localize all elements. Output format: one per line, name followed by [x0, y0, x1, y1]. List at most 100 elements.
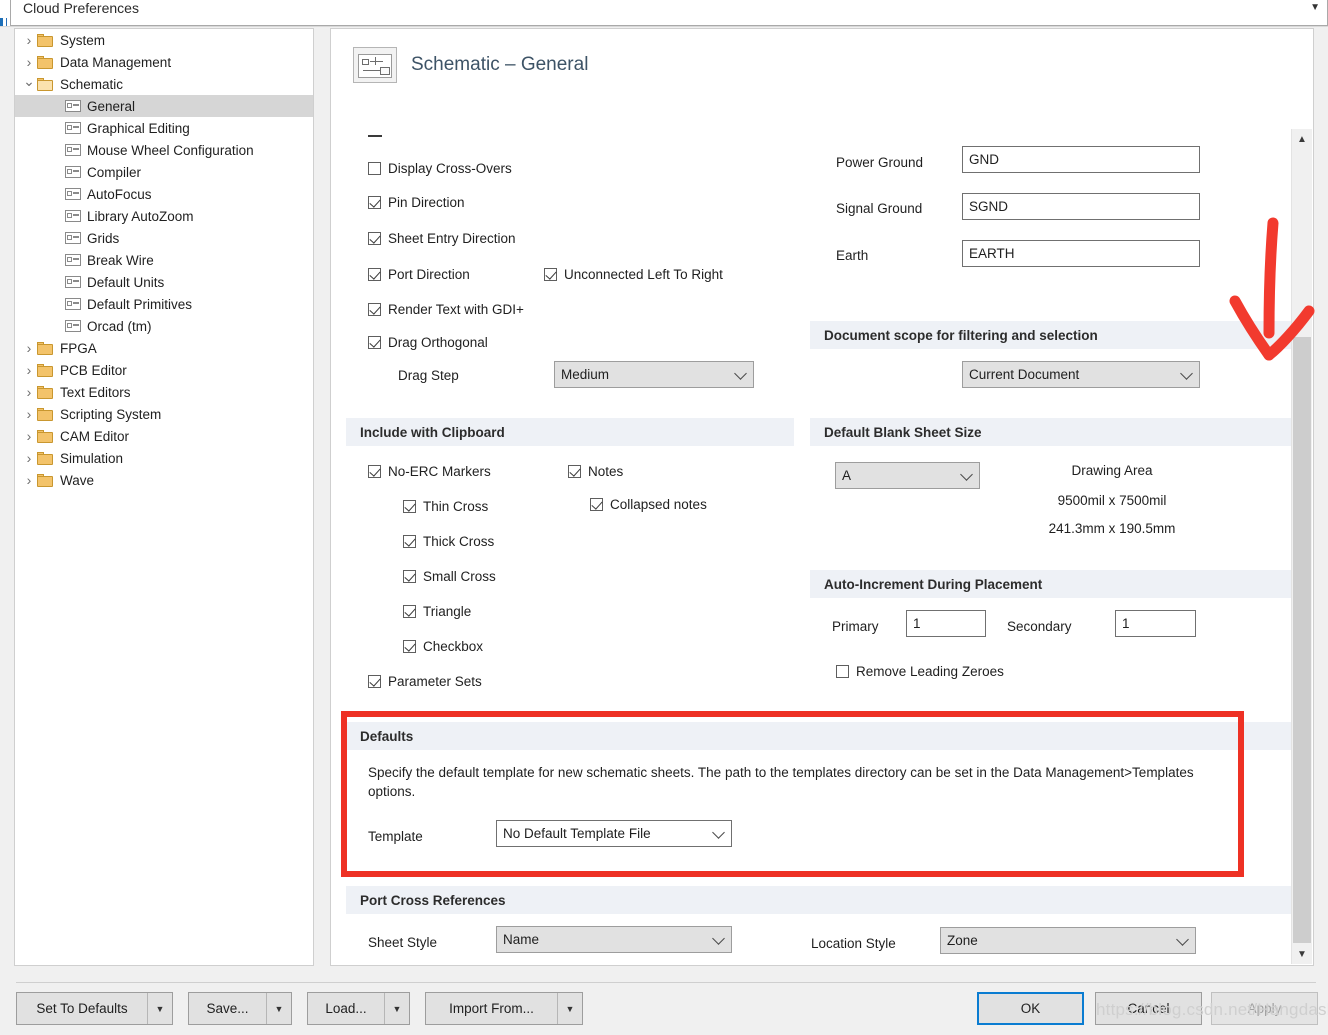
- notes-checkbox[interactable]: Notes: [568, 464, 623, 479]
- display-cross-overs-checkbox[interactable]: Display Cross-Overs: [368, 161, 512, 176]
- chevron-down-icon[interactable]: ▼: [147, 993, 172, 1024]
- chevron-right-icon[interactable]: ›: [21, 429, 37, 443]
- save-label: Save...: [206, 1001, 249, 1016]
- tree-item-pcb-editor[interactable]: › PCB Editor: [15, 359, 313, 381]
- tree-item-grids[interactable]: Grids: [15, 227, 313, 249]
- unconnected-left-to-right-checkbox[interactable]: Unconnected Left To Right: [544, 267, 723, 282]
- chevron-right-icon[interactable]: ›: [21, 473, 37, 487]
- chevron-right-icon[interactable]: ›: [21, 385, 37, 399]
- save-button[interactable]: Save... ▼: [188, 992, 292, 1025]
- chevron-right-icon[interactable]: ›: [21, 341, 37, 355]
- tree-item-default-units[interactable]: Default Units: [15, 271, 313, 293]
- sheet-entry-direction-checkbox[interactable]: Sheet Entry Direction: [368, 231, 516, 246]
- thick-cross-checkbox[interactable]: Thick Cross: [403, 534, 494, 549]
- drag-orthogonal-checkbox[interactable]: Drag Orthogonal: [368, 335, 488, 350]
- scroll-down-button[interactable]: ▼: [1292, 944, 1312, 964]
- tree-item-simulation[interactable]: › Simulation: [15, 447, 313, 469]
- sheet-style-dropdown[interactable]: Name: [496, 926, 732, 953]
- sheet-style-label: Sheet Style: [368, 935, 438, 950]
- tree-item-label: Simulation: [60, 450, 124, 466]
- tree-item-label: Scripting System: [60, 406, 162, 422]
- pin-direction-label: Pin Direction: [388, 195, 465, 210]
- tree-item-system[interactable]: › System: [15, 29, 313, 51]
- drawing-area-mm: 241.3mm x 190.5mm: [1048, 521, 1176, 536]
- chevron-down-icon[interactable]: ▼: [384, 993, 409, 1024]
- tree-item-autofocus[interactable]: AutoFocus: [15, 183, 313, 205]
- secondary-input[interactable]: 1: [1115, 610, 1196, 637]
- chevron-down-icon[interactable]: ⌄: [21, 74, 37, 88]
- tree-item-schematic[interactable]: ⌄ Schematic: [15, 73, 313, 95]
- earth-input[interactable]: EARTH: [962, 240, 1200, 267]
- parameter-sets-checkbox[interactable]: Parameter Sets: [368, 674, 482, 689]
- primary-label: Primary: [832, 619, 879, 634]
- preferences-tree[interactable]: › System › Data Management ⌄ Schematic General…: [14, 28, 314, 966]
- port-cross-references-header: Port Cross References: [346, 886, 1295, 914]
- tree-item-data-management[interactable]: › Data Management: [15, 51, 313, 73]
- primary-input[interactable]: 1: [906, 610, 986, 637]
- tree-item-orcad-tm[interactable]: Orcad (tm): [15, 315, 313, 337]
- preferences-search-combo[interactable]: Cloud Preferences ▼: [10, 0, 1328, 26]
- tree-item-library-autozoom[interactable]: Library AutoZoom: [15, 205, 313, 227]
- remove-leading-zeroes-label: Remove Leading Zeroes: [856, 664, 1004, 679]
- chevron-down-icon: [1180, 367, 1193, 380]
- signal-ground-input[interactable]: SGND: [962, 193, 1200, 220]
- chevron-right-icon[interactable]: ›: [21, 55, 37, 69]
- tree-item-label: CAM Editor: [60, 428, 130, 444]
- folder-icon: [37, 407, 54, 421]
- set-to-defaults-button[interactable]: Set To Defaults ▼: [16, 992, 173, 1025]
- port-direction-checkbox[interactable]: Port Direction: [368, 267, 470, 282]
- render-text-gdi-checkbox[interactable]: Render Text with GDI+: [368, 302, 524, 317]
- tree-item-label: Mouse Wheel Configuration: [87, 142, 254, 158]
- content-vertical-scrollbar[interactable]: ▲ ▼: [1291, 129, 1312, 964]
- scrollbar-thumb[interactable]: [1293, 337, 1311, 943]
- tree-item-mouse-wheel-configuration[interactable]: Mouse Wheel Configuration: [15, 139, 313, 161]
- sheet-entry-direction-label: Sheet Entry Direction: [388, 231, 516, 246]
- footer-divider: [16, 982, 1316, 983]
- document-scope-dropdown[interactable]: Current Document: [962, 361, 1200, 388]
- checkbox-checkbox[interactable]: Checkbox: [403, 639, 483, 654]
- chevron-down-icon[interactable]: ▼: [557, 993, 582, 1024]
- no-erc-markers-checkbox[interactable]: No-ERC Markers: [368, 464, 491, 479]
- checkbox-label: Checkbox: [423, 639, 484, 654]
- tree-item-general[interactable]: General: [15, 95, 313, 117]
- remove-leading-zeroes-checkbox[interactable]: Remove Leading Zeroes: [836, 664, 1004, 679]
- template-dropdown[interactable]: No Default Template File: [496, 820, 732, 847]
- tree-item-cam-editor[interactable]: › CAM Editor: [15, 425, 313, 447]
- drawing-area-label: Drawing Area: [1071, 463, 1153, 478]
- sheet-size-dropdown[interactable]: A: [835, 462, 980, 489]
- tree-item-wave[interactable]: › Wave: [15, 469, 313, 491]
- defaults-header: Defaults: [346, 722, 1295, 750]
- thin-cross-checkbox[interactable]: Thin Cross: [403, 499, 488, 514]
- drag-step-dropdown[interactable]: Medium: [554, 361, 754, 388]
- tree-item-fpga[interactable]: › FPGA: [15, 337, 313, 359]
- chevron-right-icon[interactable]: ›: [21, 33, 37, 47]
- folder-icon: [37, 385, 54, 399]
- chevron-right-icon[interactable]: ›: [21, 451, 37, 465]
- page-icon: [65, 122, 81, 134]
- page-icon: [65, 232, 81, 244]
- small-cross-checkbox[interactable]: Small Cross: [403, 569, 496, 584]
- chevron-right-icon[interactable]: ›: [21, 407, 37, 421]
- triangle-checkbox[interactable]: Triangle: [403, 604, 471, 619]
- port-direction-label: Port Direction: [388, 267, 470, 282]
- ok-button[interactable]: OK: [977, 992, 1084, 1025]
- tree-item-compiler[interactable]: Compiler: [15, 161, 313, 183]
- tree-item-default-primitives[interactable]: Default Primitives: [15, 293, 313, 315]
- tree-item-graphical-editing[interactable]: Graphical Editing: [15, 117, 313, 139]
- tree-item-scripting-system[interactable]: › Scripting System: [15, 403, 313, 425]
- chevron-right-icon[interactable]: ›: [21, 363, 37, 377]
- collapsed-notes-checkbox[interactable]: Collapsed notes: [590, 497, 707, 512]
- chevron-down-icon[interactable]: ▼: [1310, 2, 1320, 13]
- import-from-button[interactable]: Import From... ▼: [425, 992, 583, 1025]
- earth-label: Earth: [836, 248, 869, 263]
- scroll-up-button[interactable]: ▲: [1292, 129, 1312, 149]
- location-style-dropdown[interactable]: Zone: [940, 927, 1196, 954]
- power-ground-value: GND: [969, 152, 999, 167]
- power-ground-input[interactable]: GND: [962, 146, 1200, 173]
- load-button[interactable]: Load... ▼: [307, 992, 410, 1025]
- tree-item-break-wire[interactable]: Break Wire: [15, 249, 313, 271]
- tree-item-text-editors[interactable]: › Text Editors: [15, 381, 313, 403]
- pin-direction-checkbox[interactable]: Pin Direction: [368, 195, 465, 210]
- notes-label: Notes: [588, 464, 624, 479]
- chevron-down-icon[interactable]: ▼: [266, 993, 291, 1024]
